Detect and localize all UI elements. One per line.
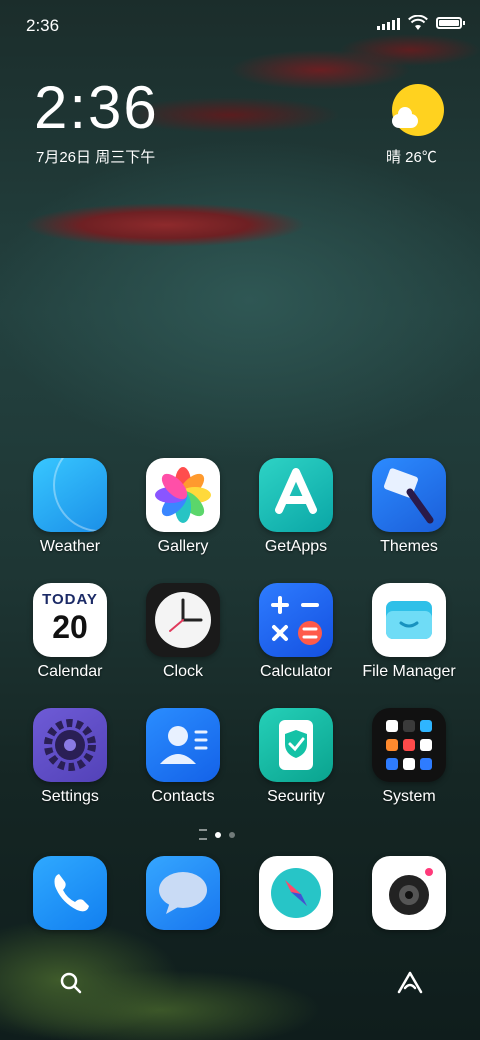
messages-icon[interactable] (146, 856, 220, 930)
gallery-app-icon[interactable] (146, 458, 220, 532)
app-themes[interactable]: Themes (359, 458, 459, 556)
weather-widget-text[interactable]: 晴 26℃ (386, 146, 437, 167)
app-clock[interactable]: Clock (133, 583, 233, 681)
app-vault-icon[interactable] (396, 970, 424, 996)
page-indicator-minus-one[interactable] (199, 829, 207, 840)
app-label: Weather (39, 538, 101, 555)
app-contacts[interactable]: Contacts (133, 708, 233, 806)
search-icon[interactable] (59, 971, 83, 995)
clock-app-icon[interactable] (146, 583, 220, 657)
app-weather[interactable]: Weather (20, 458, 120, 556)
app-label: File Manager (362, 663, 456, 680)
system-folder-icon[interactable] (372, 708, 446, 782)
app-label: System (382, 788, 436, 805)
app-label: Clock (162, 663, 203, 680)
contacts-app-icon[interactable] (146, 708, 220, 782)
app-label: Calculator (259, 663, 333, 680)
signal-icon (377, 16, 400, 30)
dock-messages[interactable] (133, 856, 233, 930)
clock-widget-date[interactable]: 7月26日 周三下午 (36, 146, 155, 167)
app-file-manager[interactable]: File Manager (359, 583, 459, 681)
app-label: Contacts (151, 788, 215, 805)
app-label: Calendar (37, 663, 103, 680)
calendar-app-icon[interactable]: TODAY 20 (33, 583, 107, 657)
app-calendar[interactable]: TODAY 20 Calendar (20, 583, 120, 681)
app-label: GetApps (264, 538, 328, 555)
cloud-icon (392, 107, 418, 128)
browser-icon[interactable] (259, 856, 333, 930)
weather-app-icon[interactable] (33, 458, 107, 532)
page-dot-current[interactable] (215, 831, 221, 838)
themes-app-icon[interactable] (372, 458, 446, 532)
app-getapps[interactable]: GetApps (246, 458, 346, 556)
app-system-folder[interactable]: System (359, 708, 459, 806)
app-label: Themes (380, 538, 438, 555)
bottom-bar (0, 958, 480, 1008)
camera-icon[interactable] (372, 856, 446, 930)
app-gallery[interactable]: Gallery (133, 458, 233, 556)
settings-gear-icon[interactable] (33, 708, 107, 782)
dock-camera[interactable] (359, 856, 459, 930)
app-label: Security (267, 788, 325, 805)
app-calculator[interactable]: Calculator (246, 583, 346, 681)
getapps-app-icon[interactable] (259, 458, 333, 532)
dock-phone[interactable] (20, 856, 120, 930)
calculator-app-icon[interactable] (259, 583, 333, 657)
status-icons (377, 15, 465, 31)
dock-browser[interactable] (246, 856, 346, 930)
security-app-icon[interactable] (259, 708, 333, 782)
app-security[interactable]: Security (246, 708, 346, 806)
calendar-icon-day-word: TODAY (42, 591, 98, 608)
clock-widget-time[interactable]: 2:36 (34, 78, 159, 138)
battery-icon (436, 17, 465, 29)
app-label: Gallery (157, 538, 209, 555)
page-indicator[interactable] (199, 829, 235, 840)
folder-app-icon[interactable] (372, 583, 446, 657)
calendar-icon-day-number: 20 (52, 609, 88, 645)
app-label: Settings (41, 788, 99, 805)
wifi-icon (408, 15, 428, 30)
app-settings[interactable]: Settings (20, 708, 120, 806)
page-dot[interactable] (229, 831, 235, 838)
phone-icon[interactable] (33, 856, 107, 930)
status-bar-time: 2:36 (26, 16, 60, 35)
